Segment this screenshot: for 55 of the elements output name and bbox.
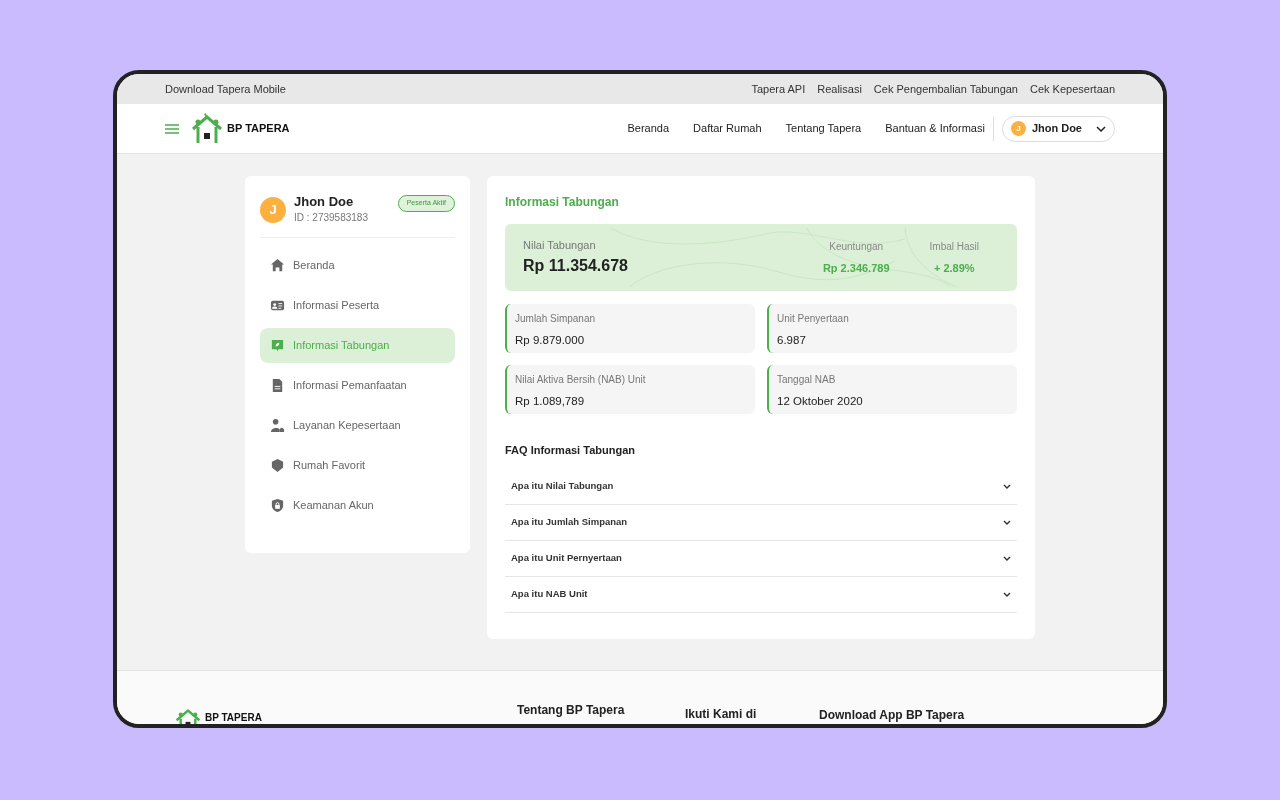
home-icon (270, 258, 285, 273)
faq-item[interactable]: Apa itu NAB Unit (505, 576, 1017, 613)
sidebar-item[interactable]: Informasi Pemanfaatan (260, 368, 455, 403)
faq-item[interactable]: Apa itu Jumlah Simpanan (505, 504, 1017, 541)
footer-heading: Ikuti Kami di (685, 707, 757, 721)
sidebar-item[interactable]: Keamanan Akun (260, 488, 455, 523)
top-bar-link[interactable]: Cek Kepesertaan (1030, 80, 1115, 98)
stat-value: Rp 2.346.789 (822, 260, 890, 276)
detail-value: 12 Oktober 2020 (777, 394, 864, 409)
brand-name: BP TAPERA (205, 710, 262, 724)
faq-item[interactable]: Apa itu Nilai Tabungan (505, 468, 1017, 505)
detail-label: Nilai Aktiva Bersih (NAB) Unit (515, 373, 647, 387)
stat-value: + 2.89% (933, 260, 975, 276)
chevron-down-icon (1096, 125, 1106, 132)
user-id: ID : 2739583183 (294, 211, 369, 225)
avatar: J (260, 196, 286, 223)
sidebar-item[interactable]: Informasi Peserta (260, 288, 455, 323)
footer-heading: Tentang BP Tapera (517, 702, 625, 719)
id-card-icon (270, 298, 285, 313)
detail-value: 6.987 (777, 333, 807, 348)
nav-link[interactable]: Bantuan & Informasi (885, 120, 985, 137)
house-logo-icon (191, 112, 223, 145)
summary-label: Nilai Tabungan (523, 238, 597, 254)
sidebar-item[interactable]: Beranda (260, 248, 455, 283)
detail-label: Jumlah Simpanan (515, 312, 597, 326)
sidebar-item[interactable]: Rumah Favorit (260, 448, 455, 483)
sidebar-item[interactable]: Layanan Kepesertaan (260, 408, 455, 443)
stat-label: Imbal Hasil (929, 239, 979, 254)
nav-link[interactable]: Tentang Tapera (785, 120, 862, 137)
detail-label: Unit Penyertaan (777, 312, 850, 326)
detail-label: Tanggal NAB (777, 373, 837, 387)
top-bar-link[interactable]: Cek Pengembalian Tabungan (873, 80, 1018, 98)
nav-link[interactable]: Daftar Rumah (693, 120, 762, 137)
stat-label: Keuntungan (829, 239, 884, 254)
chat-leaf-icon (270, 338, 285, 353)
top-bar-link[interactable]: Tapera API (751, 80, 806, 98)
top-bar-link[interactable]: Download Tapera Mobile (165, 80, 286, 98)
nav-link[interactable]: Beranda (627, 120, 670, 137)
section-title: Informasi Tabungan (505, 194, 620, 211)
faq-title: FAQ Informasi Tabungan (505, 443, 636, 458)
footer-heading: Download App BP Tapera (819, 707, 965, 724)
house-logo-icon (175, 707, 201, 724)
summary-value: Rp 11.354.678 (523, 255, 629, 276)
shield-lock-icon (270, 498, 285, 513)
detail-value: Rp 1.089,789 (515, 394, 586, 409)
top-bar-link[interactable]: Realisasi (817, 80, 862, 98)
user-name: Jhon Doe (294, 194, 355, 210)
brand-name: BP TAPERA (227, 121, 290, 137)
shield-icon (270, 458, 285, 473)
menu-icon[interactable] (165, 122, 179, 135)
document-icon (270, 378, 285, 393)
detail-value: Rp 9.879.000 (515, 333, 586, 348)
avatar: J (1010, 121, 1026, 136)
faq-item[interactable]: Apa itu Unit Pernyertaan (505, 540, 1017, 577)
person-lock-icon (270, 418, 285, 433)
